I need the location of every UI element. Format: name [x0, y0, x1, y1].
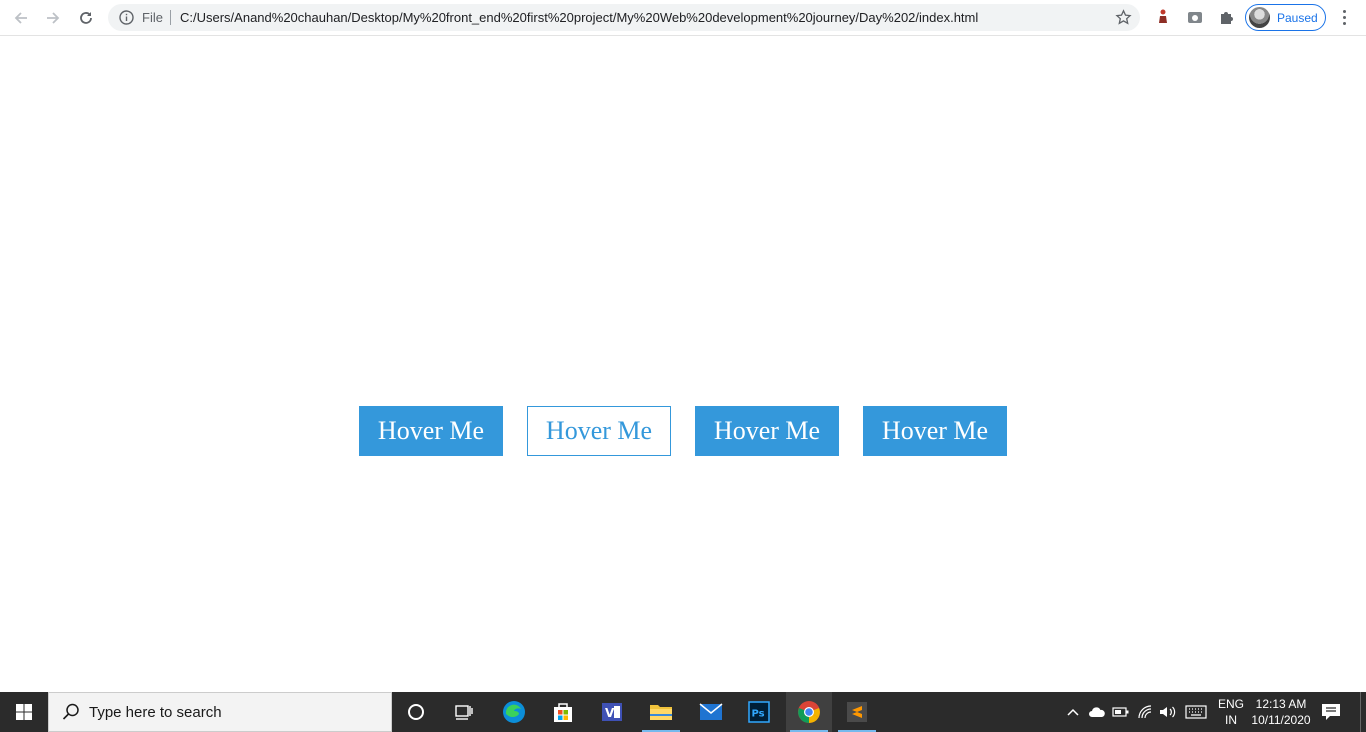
sublime-text-icon[interactable]: [834, 692, 880, 732]
extension-camera-icon[interactable]: [1186, 8, 1204, 26]
extension-chess-icon[interactable]: [1154, 8, 1172, 26]
cortana-icon[interactable]: [393, 692, 439, 732]
battery-icon[interactable]: [1112, 692, 1130, 732]
forward-button[interactable]: [41, 6, 65, 30]
file-explorer-icon[interactable]: [638, 692, 684, 732]
forward-arrow-icon: [47, 12, 60, 24]
clock-date: 10/11/2020: [1251, 713, 1311, 727]
mail-icon[interactable]: [688, 692, 734, 732]
clock-time: 12:13 AM: [1255, 697, 1307, 711]
profile-button[interactable]: Paused: [1245, 4, 1326, 31]
wifi-icon[interactable]: [1136, 692, 1154, 732]
svg-text:V: V: [605, 706, 615, 720]
address-divider: [170, 10, 171, 25]
windows-taskbar: Type here to search V Ps ENG IN 12:13 AM…: [0, 692, 1366, 732]
photoshop-icon[interactable]: Ps: [736, 692, 782, 732]
language-region: IN: [1225, 713, 1237, 727]
visual-studio-icon[interactable]: V: [589, 692, 635, 732]
bookmark-star-icon[interactable]: [1115, 9, 1132, 26]
reload-button[interactable]: [74, 6, 98, 30]
browser-menu-icon[interactable]: [1336, 8, 1352, 26]
start-button[interactable]: [0, 692, 48, 732]
hover-button-2[interactable]: Hover Me: [527, 406, 671, 456]
action-center-icon[interactable]: [1320, 702, 1342, 722]
task-view-icon[interactable]: [441, 692, 487, 732]
profile-status: Paused: [1277, 10, 1318, 25]
button-row: Hover Me Hover Me Hover Me Hover Me: [359, 406, 1007, 456]
hover-button-1[interactable]: Hover Me: [359, 406, 503, 456]
address-scheme-label: File: [142, 10, 163, 25]
web-page: Hover Me Hover Me Hover Me Hover Me: [0, 36, 1366, 692]
edge-icon[interactable]: [491, 692, 537, 732]
keyboard-icon[interactable]: [1184, 692, 1208, 732]
browser-toolbar: File C:/Users/Anand%20chauhan/Desktop/My…: [0, 0, 1366, 36]
volume-icon[interactable]: [1158, 692, 1178, 732]
reload-icon: [80, 12, 92, 24]
search-icon: [62, 703, 79, 720]
back-button[interactable]: [9, 6, 33, 30]
chrome-icon[interactable]: [786, 692, 832, 732]
hover-button-3[interactable]: Hover Me: [695, 406, 839, 456]
extensions-puzzle-icon[interactable]: [1218, 8, 1236, 26]
show-desktop-button[interactable]: [1360, 692, 1366, 732]
avatar: [1249, 7, 1270, 28]
store-icon[interactable]: [540, 692, 586, 732]
info-icon[interactable]: [118, 9, 135, 26]
svg-text:Ps: Ps: [752, 709, 765, 720]
address-url[interactable]: C:/Users/Anand%20chauhan/Desktop/My%20fr…: [180, 10, 978, 25]
address-bar[interactable]: File C:/Users/Anand%20chauhan/Desktop/My…: [108, 4, 1140, 31]
taskbar-search-box[interactable]: Type here to search: [48, 692, 392, 732]
input-language-indicator[interactable]: ENG IN: [1214, 696, 1248, 728]
windows-logo-icon: [16, 704, 32, 720]
language-code: ENG: [1217, 697, 1244, 711]
system-clock[interactable]: 12:13 AM 10/11/2020: [1248, 696, 1314, 728]
onedrive-cloud-icon[interactable]: [1088, 692, 1106, 732]
search-placeholder: Type here to search: [89, 703, 222, 721]
hover-button-4[interactable]: Hover Me: [863, 406, 1007, 456]
back-arrow-icon: [14, 12, 27, 24]
show-hidden-icons-chevron-icon[interactable]: [1064, 692, 1082, 732]
